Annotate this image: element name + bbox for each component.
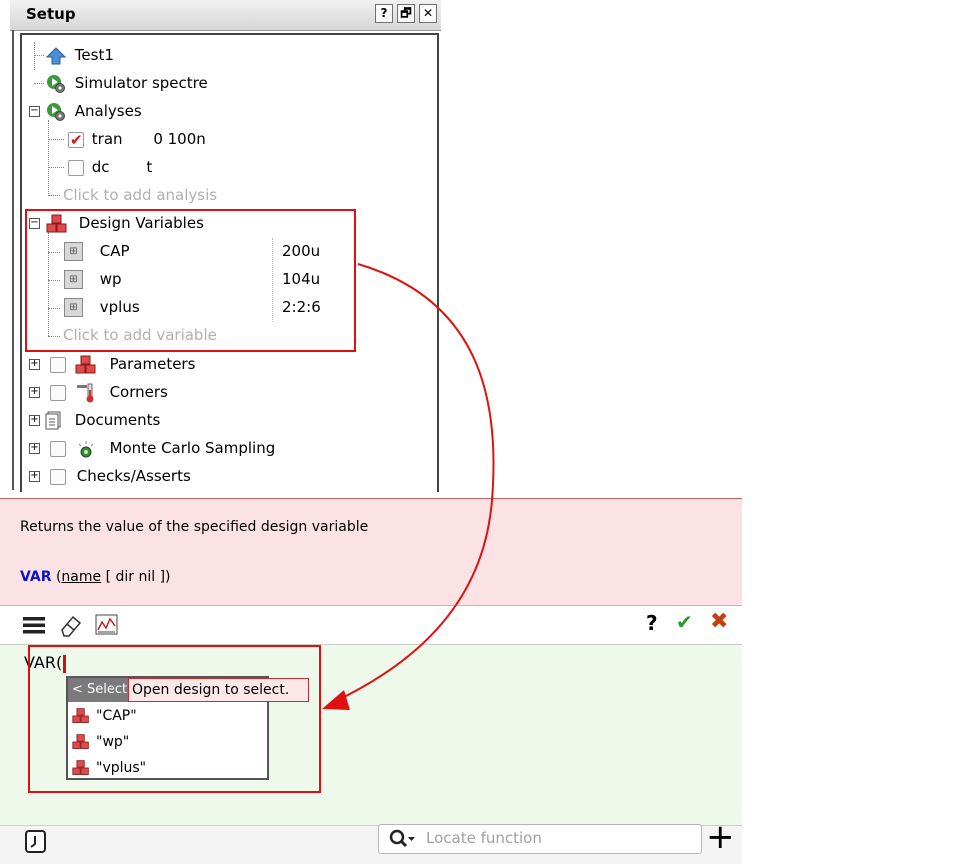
tree-item-simulator[interactable]: Simulator spectre	[46, 70, 208, 96]
tran-checkbox[interactable]	[68, 127, 84, 153]
design-variables-highlight	[25, 209, 356, 352]
analyses-gear-icon	[47, 102, 65, 121]
parameters-checkbox[interactable]	[50, 356, 66, 373]
arrow-up-icon	[45, 46, 67, 64]
syntax-open: (	[51, 569, 62, 585]
tree-item-label: Parameters	[109, 355, 196, 373]
analysis-value: 0 100n	[153, 130, 206, 148]
accept-icon[interactable]: ✔	[676, 610, 693, 634]
function-description	[0, 498, 742, 606]
help-button[interactable]: ?	[375, 4, 393, 23]
monte-carlo-checkbox[interactable]	[50, 440, 66, 457]
tree-item-label: Documents	[74, 411, 161, 429]
tree-item-parameters[interactable]: Parameters	[50, 351, 195, 377]
cancel-icon[interactable]: ✖	[710, 609, 728, 634]
syntax-rest: [ dir nil ])	[101, 569, 171, 585]
thermometer-icon	[76, 383, 94, 402]
function-syntax: VAR (name [ dir nil ])	[20, 569, 171, 585]
setup-title: Setup	[26, 5, 76, 23]
analysis-name: tran	[91, 130, 123, 148]
collapse-icon[interactable]: −	[29, 106, 40, 117]
expand-icon[interactable]: +	[29, 471, 40, 482]
tree-item-label: Test1	[74, 46, 114, 64]
editor-highlight	[28, 645, 321, 793]
analysis-row-tran[interactable]: tran 0 100n	[68, 126, 206, 153]
tree-item-documents[interactable]: Documents	[44, 407, 160, 433]
float-button[interactable]: 🗗	[397, 4, 415, 23]
expand-icon[interactable]: +	[29, 443, 40, 454]
analysis-name: dc	[91, 158, 110, 176]
tree-item-corners[interactable]: Corners	[50, 379, 168, 405]
tree-item-analyses[interactable]: Analyses	[46, 98, 142, 124]
help-icon[interactable]: ?	[646, 611, 658, 635]
simulator-gear-icon	[47, 74, 65, 93]
expand-icon[interactable]: +	[29, 387, 40, 398]
tree-item-label: Analyses	[74, 102, 142, 120]
expand-icon[interactable]: +	[29, 415, 40, 426]
corners-checkbox[interactable]	[50, 384, 66, 401]
tree-item-label: Checks/Asserts	[76, 467, 191, 485]
tree-item-monte-carlo[interactable]: Monte Carlo Sampling	[50, 435, 275, 461]
documents-icon	[45, 411, 61, 429]
setup-panel: Setup ? 🗗 ✕ Test1 Simulator spectre − An…	[0, 0, 441, 492]
clock-icon[interactable]	[24, 829, 48, 859]
panel-border	[12, 30, 14, 490]
monte-carlo-icon	[78, 440, 94, 457]
menu-icon[interactable]	[22, 614, 46, 640]
argument-name: name	[61, 569, 102, 585]
description-text: Returns the value of the specified desig…	[20, 519, 369, 535]
checks-checkbox[interactable]	[50, 468, 66, 485]
cubes-icon	[75, 355, 96, 373]
function-name: VAR	[20, 569, 52, 585]
tree-item-label: Monte Carlo Sampling	[109, 439, 276, 457]
close-button[interactable]: ✕	[419, 4, 437, 23]
expand-icon[interactable]: +	[29, 359, 40, 370]
eraser-icon[interactable]	[58, 612, 84, 642]
add-icon[interactable]: +	[706, 820, 735, 854]
analysis-value: t	[146, 158, 153, 176]
tree-item-test1[interactable]: Test1	[45, 42, 114, 68]
waveform-icon[interactable]	[95, 614, 119, 640]
locate-placeholder: Locate function	[426, 829, 542, 847]
search-icon[interactable]	[388, 828, 416, 854]
add-analysis-hint[interactable]: Click to add analysis	[63, 182, 217, 208]
analysis-row-dc[interactable]: dc t	[68, 154, 152, 180]
tree-item-label: Simulator spectre	[74, 74, 208, 92]
tree-item-label: Corners	[109, 383, 168, 401]
dc-checkbox[interactable]	[68, 159, 84, 176]
tree-item-checks-asserts[interactable]: Checks/Asserts	[50, 463, 191, 489]
